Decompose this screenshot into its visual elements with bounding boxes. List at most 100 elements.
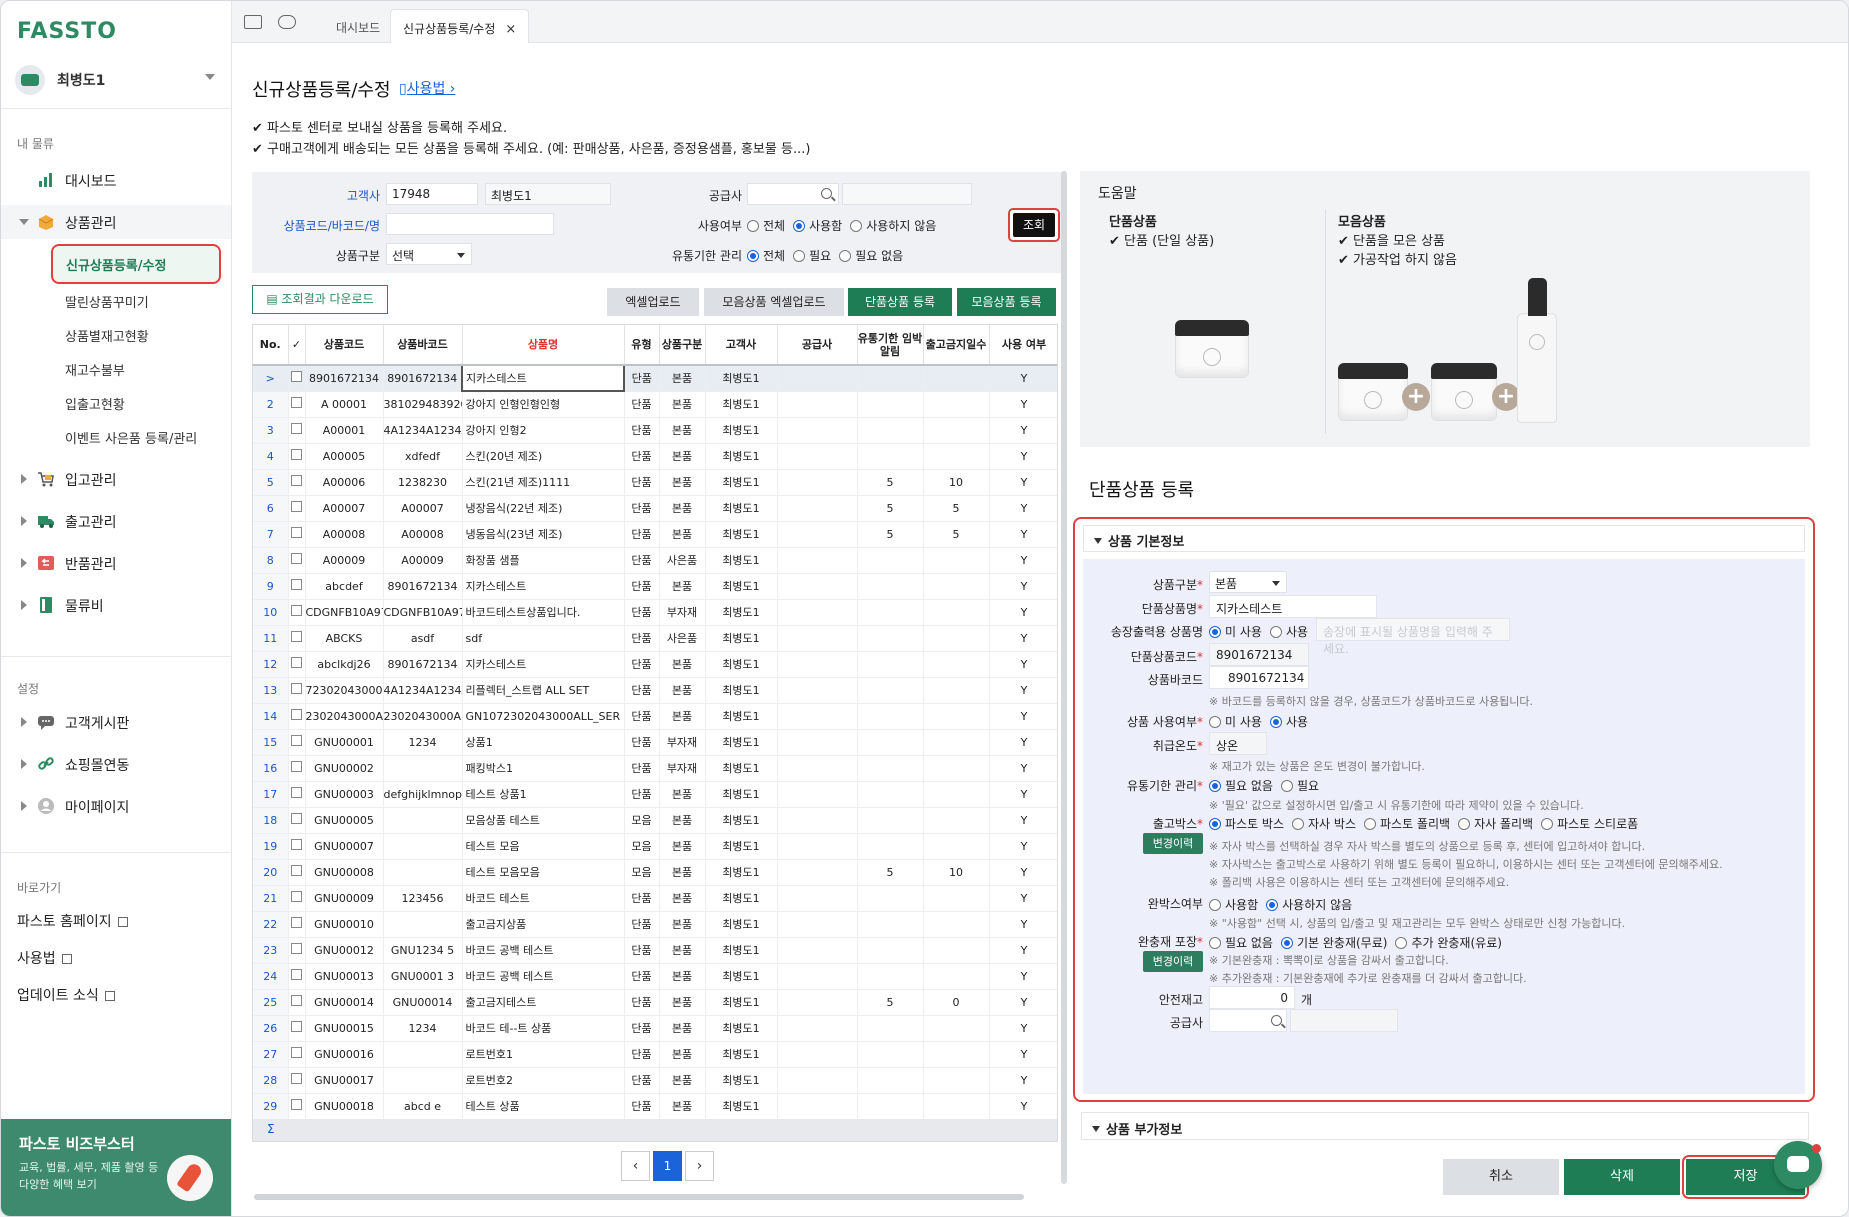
grid-header-cell[interactable]: 상품바코드 [383, 325, 463, 366]
table-row[interactable]: 21 GNU00009 123456 바코드 테스트 단품 본품 최병도1 Y [253, 885, 1057, 912]
grid-header-cell[interactable]: 상품코드 [305, 325, 384, 366]
expiry-radio-required[interactable]: 필요 [793, 247, 831, 264]
table-row[interactable]: 6 A00007 A00007 냉장음식(22년 제조) 단품 본품 최병도1 5 5 Y [253, 495, 1057, 522]
checkbox-icon[interactable] [291, 787, 302, 798]
customer-code-input[interactable]: 17948 [386, 183, 478, 205]
prev-page-button[interactable]: ‹ [621, 1151, 650, 1181]
row-checkbox-cell[interactable] [288, 677, 306, 704]
ship-name-radio-used[interactable]: 사용 [1269, 623, 1308, 640]
table-row[interactable]: 2 A 00001 381029483920 강아지 인형인형인형 단품 본품 최병도1 Y [253, 391, 1057, 418]
box-radio-own[interactable]: 자사 박스 [1292, 815, 1356, 832]
table-row[interactable]: 27 GNU00016 로트번호1 단품 본품 최병도1 Y [253, 1041, 1057, 1068]
checkbox-icon[interactable] [291, 553, 302, 564]
row-checkbox-cell[interactable] [288, 625, 306, 652]
row-checkbox-cell[interactable] [288, 703, 306, 730]
supplier-input[interactable] [1209, 1009, 1287, 1032]
row-checkbox-cell[interactable] [288, 417, 306, 444]
cushion-radio-extra[interactable]: 추가 완충재(유료) [1395, 934, 1502, 951]
grid-header-cell[interactable]: 공급사 [777, 325, 858, 366]
row-checkbox-cell[interactable] [288, 859, 306, 886]
row-checkbox-cell[interactable] [288, 547, 306, 574]
set-register-button[interactable]: 모음상품 등록 [957, 288, 1056, 316]
grid-header-cell[interactable]: 고객사 [705, 325, 778, 366]
row-checkbox-cell[interactable] [288, 469, 306, 496]
grid-header-cell[interactable]: 유통기한 임박 알림 [857, 325, 924, 366]
sidebar-item-products[interactable]: 상품관리 [1, 205, 231, 239]
table-row[interactable]: 9 abcdef 8901672134 지카스테스트 단품 본품 최병도1 Y [253, 573, 1057, 600]
download-results-button[interactable]: ▤ 조회결과 다운로드 [252, 285, 388, 314]
row-checkbox-cell[interactable] [288, 911, 306, 938]
checkbox-icon[interactable] [291, 709, 302, 720]
row-checkbox-cell[interactable] [288, 729, 306, 756]
close-icon[interactable]: × [505, 22, 516, 37]
box-radio-fassto-poly[interactable]: 파스토 폴리백 [1364, 815, 1450, 832]
row-checkbox-cell[interactable] [288, 573, 306, 600]
table-row[interactable]: 19 GNU00007 테스트 모음 모음 본품 최병도1 Y [253, 833, 1057, 860]
row-checkbox-cell[interactable] [288, 807, 306, 834]
excel-upload-button[interactable]: 엑셀업로드 [607, 288, 699, 316]
use-radio-unused[interactable]: 미 사용 [1209, 713, 1262, 730]
checkbox-icon[interactable] [291, 683, 302, 694]
checkbox-icon[interactable] [291, 371, 302, 383]
sidebar-subitem-stock[interactable]: 상품별재고현황 [65, 326, 149, 345]
sidebar-item-fees[interactable]: 물류비 [1, 588, 231, 622]
product-name-input[interactable]: 지카스테스트 [1209, 595, 1377, 618]
checkbox-icon[interactable] [291, 501, 302, 512]
tab-new-product[interactable]: 신규상품등록/수정 × [390, 9, 530, 43]
use-radio-all[interactable]: 전체 [747, 217, 785, 234]
table-row[interactable]: 23 GNU00012 GNU1234 5 바코드 공백 테스트 단품 본품 최병도1 Y [253, 937, 1057, 964]
checkbox-icon[interactable] [291, 839, 302, 850]
sidebar-item-mypage[interactable]: 마이페이지 [1, 789, 231, 823]
quick-link-guide[interactable]: 사용법 [17, 948, 72, 968]
product-type-select[interactable]: 선택 [386, 243, 472, 265]
expiry-radio-all[interactable]: 전체 [747, 247, 785, 264]
row-checkbox-cell[interactable] [288, 885, 306, 912]
checkbox-icon[interactable] [291, 605, 302, 616]
chat-support-icon[interactable] [1774, 1141, 1822, 1189]
row-checkbox-cell[interactable] [288, 781, 306, 808]
sidebar-item-mall-link[interactable]: 쇼핑몰연동 [1, 747, 231, 781]
cancel-button[interactable]: 취소 [1443, 1159, 1559, 1195]
sidebar-item-dashboard[interactable]: 대시보드 [1, 163, 231, 197]
row-checkbox-cell[interactable] [288, 365, 306, 392]
user-selector[interactable]: 최병도1 [15, 61, 215, 99]
checkbox-icon[interactable] [291, 449, 302, 460]
vertical-scrollbar[interactable] [1061, 171, 1067, 1184]
row-checkbox-cell[interactable] [288, 1041, 306, 1068]
table-row[interactable]: 3 A00001 4A1234A1234A 강아지 인형2 단품 본품 최병도1 Y [253, 417, 1057, 444]
table-row[interactable]: 4 A00005 xdfedf 스킨(20년 제조) 단품 본품 최병도1 Y [253, 443, 1057, 470]
supplier-input[interactable] [747, 183, 839, 205]
table-row[interactable]: 26 GNU00015 1234 바코드 테--트 상품 단품 본품 최병도1 Y [253, 1015, 1057, 1042]
quick-link-homepage[interactable]: 파스토 홈페이지 [17, 911, 128, 931]
row-checkbox-cell[interactable] [288, 1093, 306, 1120]
howto-link[interactable]: ▯사용법 › [399, 78, 455, 98]
search-icon[interactable] [1271, 1015, 1282, 1026]
checkbox-icon[interactable] [291, 1073, 302, 1084]
safe-stock-input[interactable]: 0 [1209, 986, 1295, 1009]
checkbox-icon[interactable] [291, 917, 302, 928]
extra-info-header[interactable]: 상품 부가정보 [1081, 1112, 1809, 1140]
table-row[interactable]: >8901672134 8901672134 지카스테스트 단품 본품 최병도1 Y [253, 364, 1057, 392]
next-page-button[interactable]: › [685, 1151, 714, 1181]
complete-box-radio-used[interactable]: 사용함 [1209, 896, 1258, 913]
sidebar-item-inbound[interactable]: 입고관리 [1, 462, 231, 496]
sidebar-subitem-ledger[interactable]: 재고수불부 [65, 360, 125, 379]
checkbox-icon[interactable] [291, 423, 302, 434]
sidebar-item-board[interactable]: 고객게시판 [1, 705, 231, 739]
checkbox-icon[interactable] [291, 1021, 302, 1032]
sidebar-subitem-new-product[interactable]: 신규상품등록/수정 [51, 244, 221, 284]
table-row[interactable]: 29 GNU00018 abcd e 테스트 상품 단품 본품 최병도1 Y [253, 1093, 1057, 1120]
box-radio-own-poly[interactable]: 자사 폴리백 [1458, 815, 1533, 832]
row-checkbox-cell[interactable] [288, 521, 306, 548]
table-row[interactable]: 13 72302043000 4A1234A1234A 리플렉터_스트랩 ALL SE… [253, 677, 1057, 704]
barcode-input[interactable]: 8901672134 [1209, 666, 1309, 689]
cushion-radio-none[interactable]: 필요 없음 [1209, 934, 1273, 951]
row-checkbox-cell[interactable] [288, 1015, 306, 1042]
table-row[interactable]: 22 GNU00010 출고금지상품 단품 본품 최병도1 Y [253, 911, 1057, 938]
table-row[interactable]: 5 A00006 1238230 스킨(21년 제조)1111 단품 본품 최병도1 5 10 Y [253, 469, 1057, 496]
row-checkbox-cell[interactable] [288, 963, 306, 990]
use-radio-used[interactable]: 사용함 [793, 217, 842, 234]
table-row[interactable]: 16 GNU00002 패킹박스1 단품 부자재 최병도1 Y [253, 755, 1057, 782]
checkbox-icon[interactable] [291, 891, 302, 902]
expiry-radio-none[interactable]: 필요 없음 [1209, 777, 1273, 794]
